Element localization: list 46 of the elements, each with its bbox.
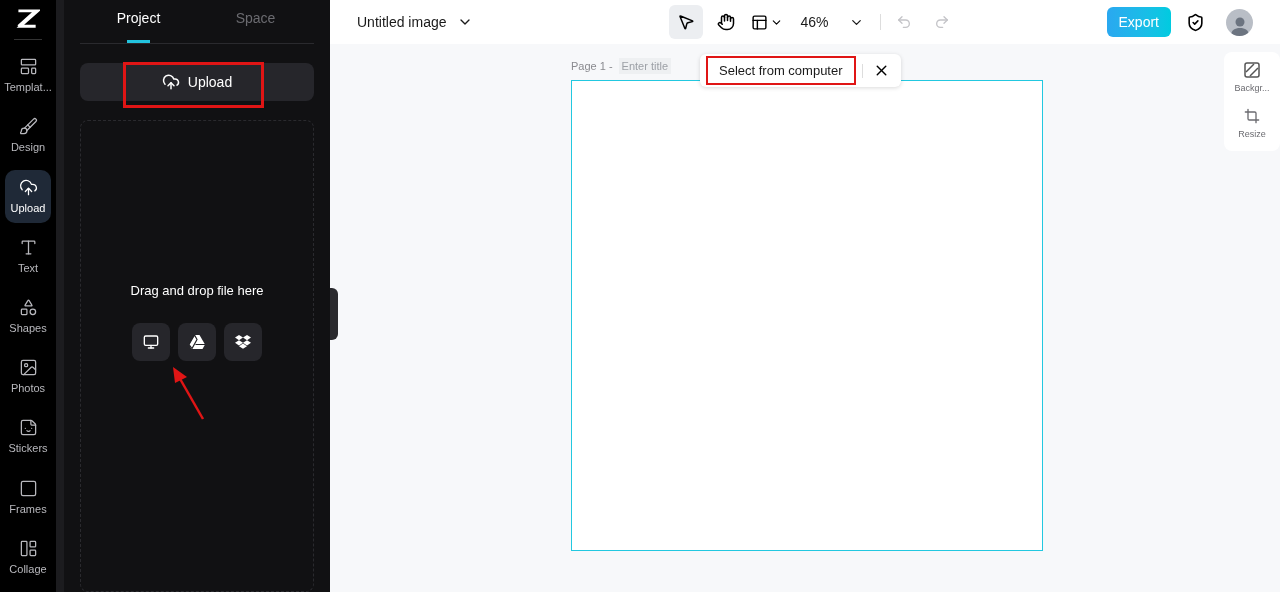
source-button[interactable]: [132, 322, 170, 361]
cloud-upload-icon: [161, 73, 180, 91]
rail-item[interactable]: Photos: [5, 351, 51, 404]
title-dropdown[interactable]: Untitled image: [357, 11, 473, 33]
rail-item[interactable]: Collage: [5, 531, 51, 585]
upload-button[interactable]: Upload: [80, 63, 314, 101]
panel-tab[interactable]: Space: [197, 0, 314, 43]
source-button[interactable]: [224, 322, 262, 361]
hatched-square-icon: [1244, 62, 1260, 78]
box-logo-icon: [235, 334, 251, 349]
shield-check-icon[interactable]: [1186, 12, 1205, 32]
redo-icon: [933, 14, 950, 30]
select-from-computer-button[interactable]: Select from computer: [706, 56, 856, 85]
zoom-dropdown[interactable]: 46%: [790, 5, 874, 39]
pointer-icon: [676, 13, 695, 31]
layout-icon: [750, 13, 768, 31]
frames-icon: [18, 478, 38, 498]
undo-icon: [895, 14, 912, 30]
monitor-icon: [143, 333, 159, 350]
upload-icon: [18, 177, 38, 197]
rail-item[interactable]: Upload: [5, 170, 51, 224]
select-tool[interactable]: [668, 5, 703, 39]
stickers-icon: [18, 418, 38, 438]
design-icon: [18, 117, 38, 137]
shapes-icon: [18, 298, 38, 318]
hand-icon: [716, 13, 735, 31]
side-tool[interactable]: Backgr...: [1234, 62, 1270, 96]
rail-item[interactable]: Design: [5, 110, 51, 163]
resize-icon: [1244, 107, 1260, 124]
rail-item[interactable]: Frames: [5, 471, 51, 525]
side-tool[interactable]: Resize: [1238, 107, 1266, 141]
rail-item[interactable]: Text: [5, 230, 51, 284]
rail-item[interactable]: Shapes: [5, 290, 51, 344]
photos-icon: [18, 358, 38, 378]
triangle-logo-icon: [189, 334, 205, 349]
collage-icon: [18, 538, 38, 558]
page-label: Page 1 -: [571, 58, 613, 74]
avatar[interactable]: [1226, 8, 1253, 36]
rail-item[interactable]: Stickers: [5, 411, 51, 465]
panel-tab[interactable]: Project: [80, 0, 197, 43]
source-button[interactable]: [178, 322, 216, 361]
drop-hint: Drag and drop file here: [130, 282, 264, 300]
collapse-handle[interactable]: [330, 288, 338, 340]
rail-item[interactable]: Templat...: [5, 50, 51, 103]
logo-icon: [16, 8, 40, 30]
template-icon: [18, 57, 38, 77]
